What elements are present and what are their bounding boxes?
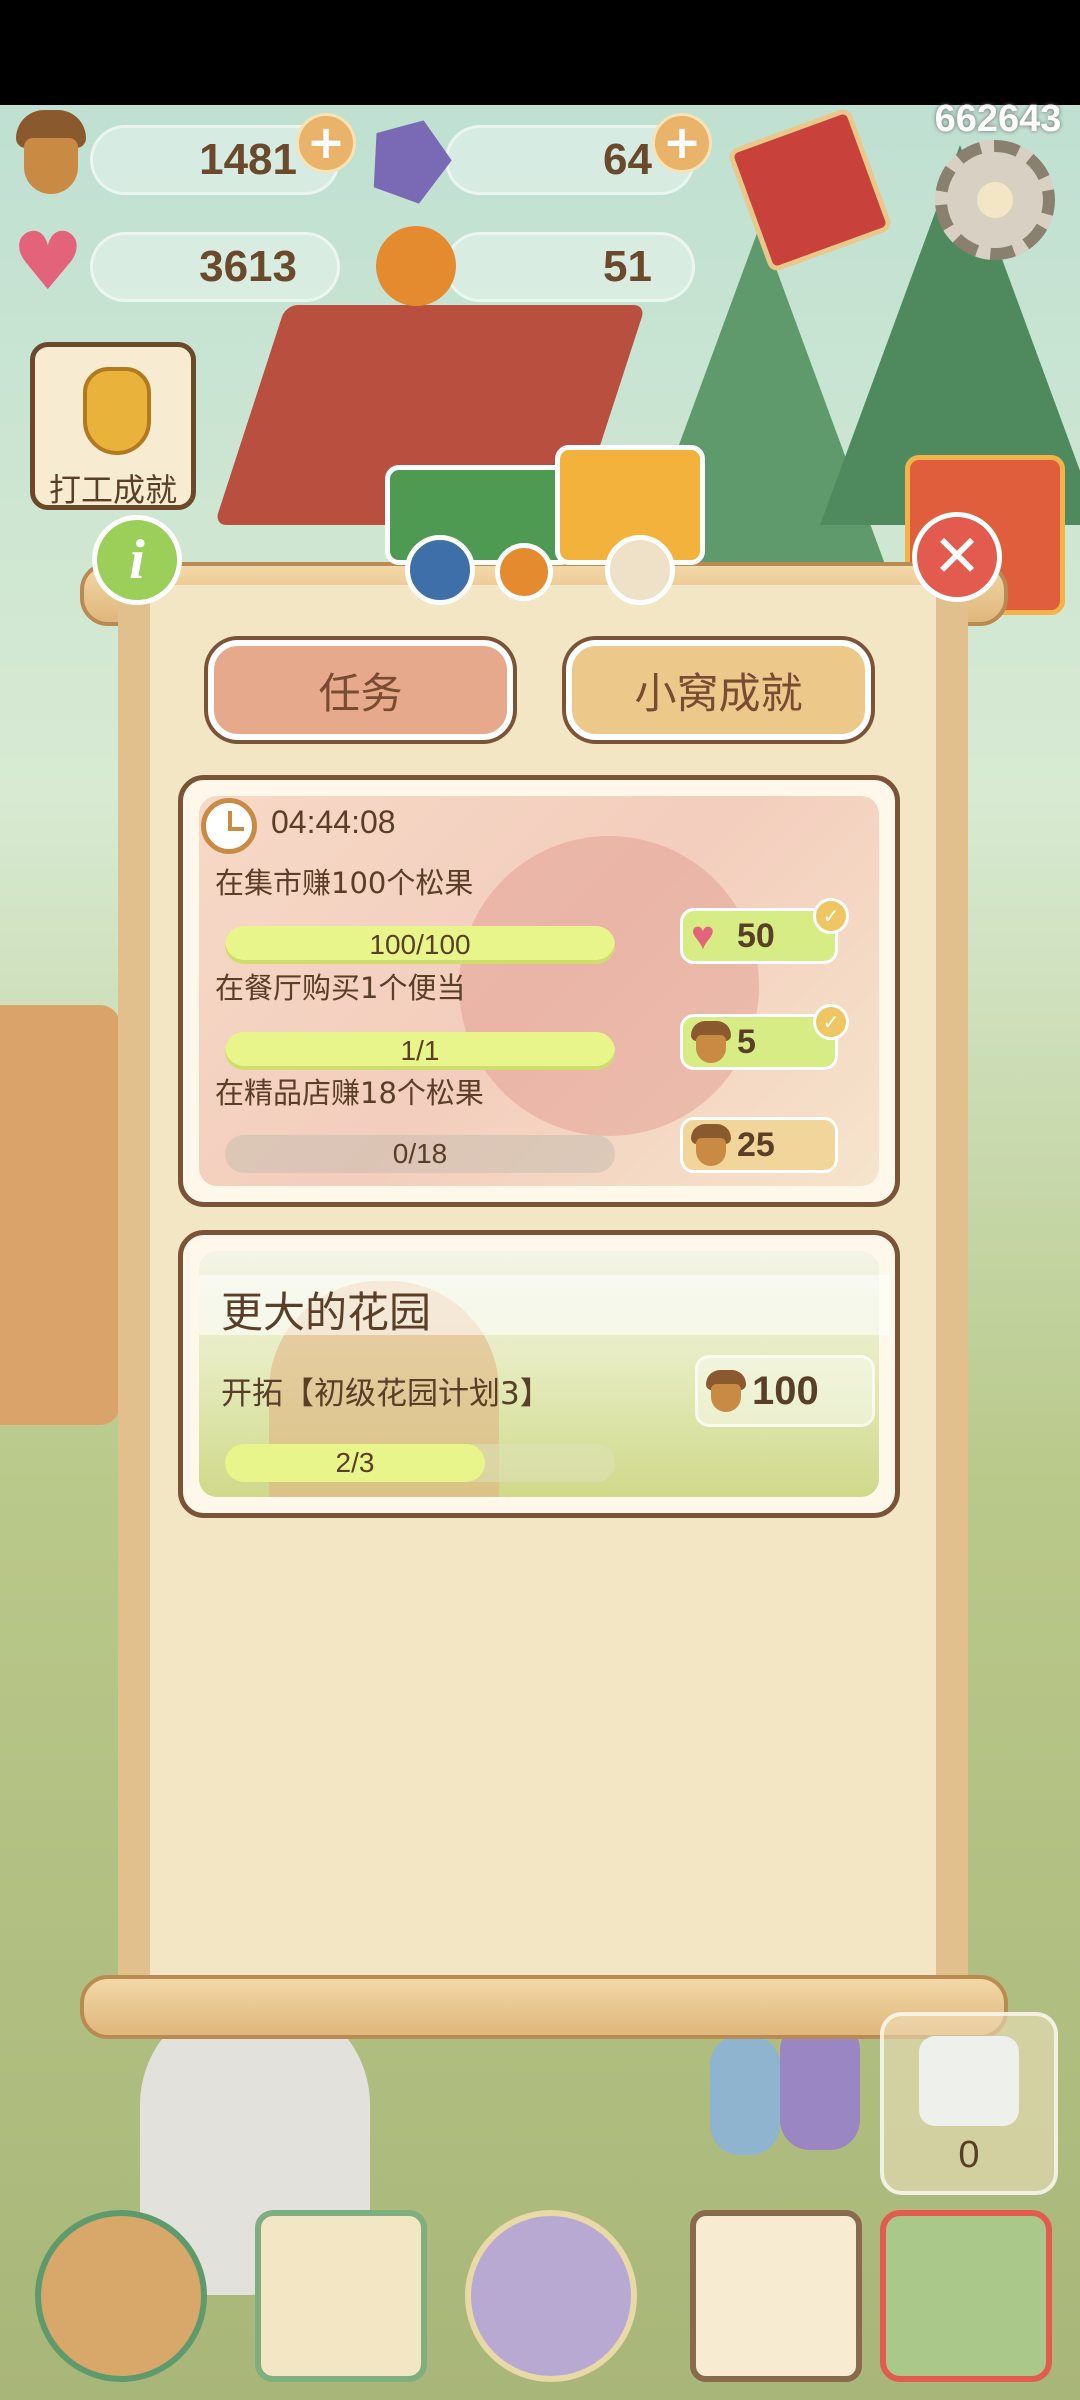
player-id: 662643 (934, 98, 1062, 140)
toy-train-icon (355, 425, 725, 605)
orange-count: 51 (603, 242, 652, 291)
settings-gear-icon[interactable] (935, 140, 1055, 260)
garden-progress-bar: 2/3 (225, 1444, 485, 1482)
mail-nav-icon[interactable] (255, 2210, 427, 2382)
tab-home-achievements[interactable]: 小窝成就 (566, 640, 871, 740)
gift-bundle-icon (919, 2036, 1019, 2126)
garden-reward-badge[interactable]: 100 (695, 1355, 875, 1427)
garden-task-label: 开拓【初级花园计划3】 (221, 1376, 551, 1412)
task-label: 在餐厅购买1个便当 (215, 971, 466, 1005)
map-nav-icon[interactable] (880, 2210, 1052, 2382)
gem-count: 64 (603, 135, 652, 184)
task-reward-amount: 5 (737, 1022, 756, 1061)
acorn-icon (706, 1370, 746, 1412)
task-reward-amount: 50 (737, 916, 775, 955)
task-reward-amount: 25 (737, 1125, 775, 1164)
clock-icon (201, 798, 257, 854)
daily-task-card: 04:44:08 在集市赚100个松果 100/100 ♥ 50 ✓ 在餐厅购买… (178, 775, 900, 1207)
task-timer: 04:44:08 (271, 804, 396, 840)
garden-reward-amount: 100 (752, 1368, 819, 1413)
add-gem-button[interactable]: + (652, 113, 712, 173)
tab-tasks-label: 任务 (318, 668, 403, 718)
task-progress-bar: 1/1 (225, 1032, 615, 1070)
task-label: 在集市赚100个松果 (215, 866, 474, 900)
acorn-icon (691, 1124, 731, 1166)
task-reward-badge[interactable]: 25 (680, 1117, 838, 1173)
claimed-check-icon: ✓ (813, 898, 849, 934)
heart-icon: ♥ (691, 914, 715, 958)
task-label: 在精品店赚18个松果 (215, 1076, 484, 1110)
bird-character (780, 2020, 860, 2150)
info-button[interactable]: i (92, 515, 182, 605)
house-nav-icon[interactable] (35, 2210, 207, 2382)
work-achievement-button[interactable]: 打工成就 (30, 342, 196, 510)
tab-tasks[interactable]: 任务 (208, 640, 513, 740)
work-achievement-label: 打工成就 (48, 471, 177, 509)
tab-home-achievements-label: 小窝成就 (634, 668, 803, 718)
add-acorn-button[interactable]: + (296, 113, 356, 173)
heart-icon: ♥ (12, 215, 84, 308)
heart-count: 3613 (199, 242, 297, 291)
scroll-bottom-rod (80, 1975, 1008, 2039)
close-button[interactable]: ✕ (912, 512, 1002, 602)
medal-icon (83, 367, 151, 455)
bird-character (710, 2035, 780, 2155)
clipboard-nav-icon[interactable] (690, 2210, 862, 2382)
task-progress-bar: 0/18 (225, 1135, 615, 1173)
acorn-count: 1481 (199, 135, 297, 184)
heart-counter: 3613 (90, 232, 340, 302)
gift-bundle-slot[interactable]: 0 (880, 2012, 1058, 2195)
claimed-check-icon: ✓ (813, 1004, 849, 1040)
food-bowl-illustration (459, 836, 759, 1136)
gift-bundle-count: 0 (958, 2134, 980, 2176)
market-cart (0, 1005, 120, 1425)
task-progress-bar: 100/100 (225, 926, 615, 964)
garden-task-card: 更大的花园 开拓【初级花园计划3】 100 2/3 (178, 1230, 900, 1518)
acorn-icon (10, 110, 90, 200)
friends-nav-icon[interactable] (465, 2210, 637, 2382)
acorn-icon (691, 1021, 731, 1063)
orange-counter: 51 (445, 232, 695, 302)
orange-icon (376, 226, 456, 306)
garden-card-title: 更大的花园 (221, 1288, 432, 1337)
